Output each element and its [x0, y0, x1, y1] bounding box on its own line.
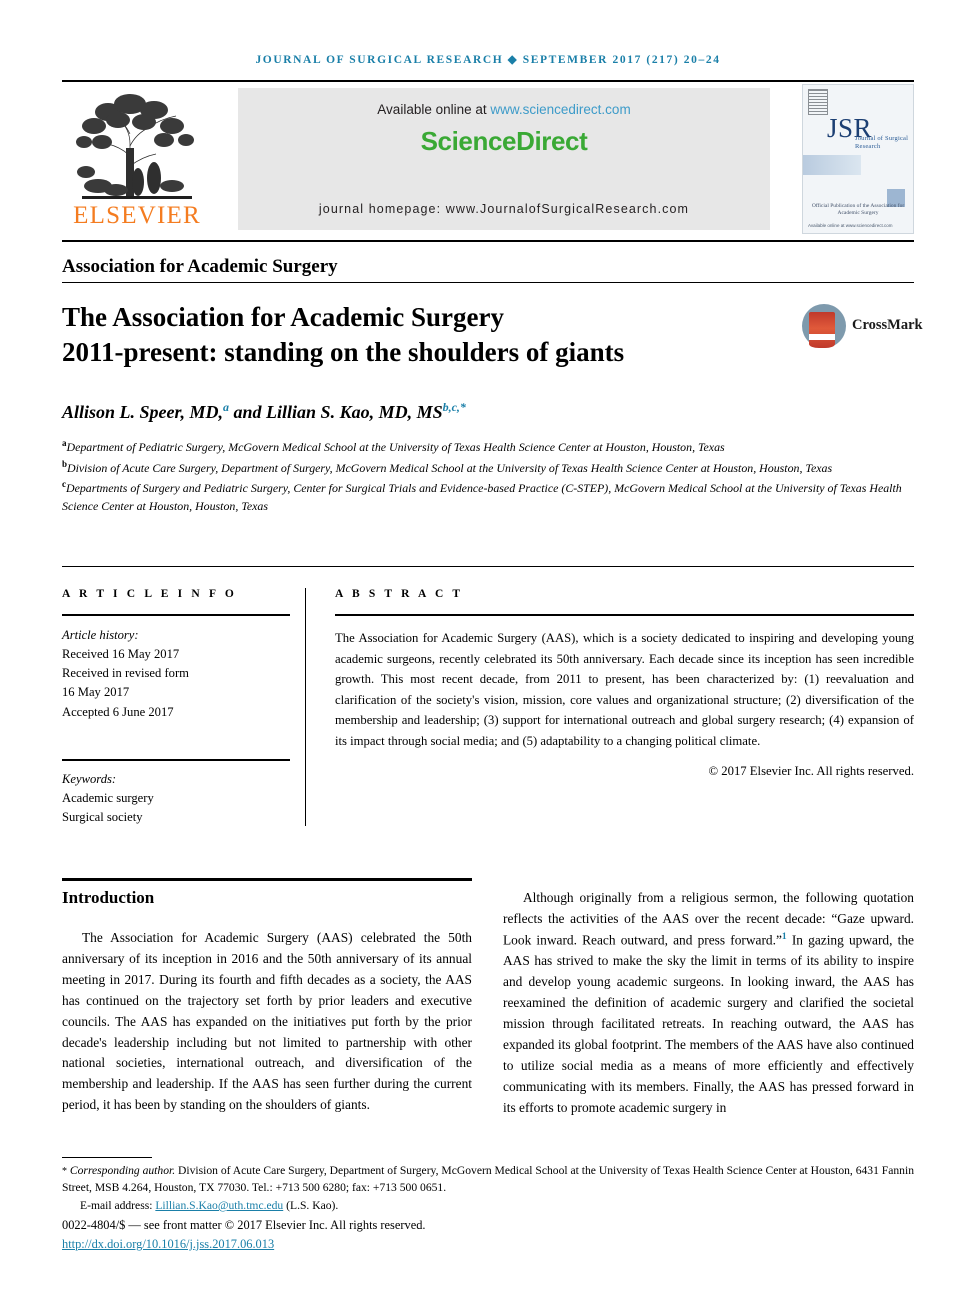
- abstract-copyright: © 2017 Elsevier Inc. All rights reserved…: [708, 764, 914, 779]
- keyword-item: Academic surgery: [62, 790, 154, 805]
- info-abstract-block: A R T I C L E I N F O Article history: R…: [62, 588, 914, 828]
- article-info-column: A R T I C L E I N F O Article history: R…: [62, 588, 290, 827]
- masthead: ELSEVIER Available online at www.science…: [62, 84, 914, 236]
- crossmark-book-pages: [809, 334, 835, 340]
- journal-homepage-line: journal homepage: www.JournalofSurgicalR…: [318, 202, 690, 216]
- info-block-top-rule: [62, 566, 914, 567]
- affiliation-item: bDivision of Acute Care Surgery, Departm…: [62, 458, 907, 478]
- affiliation-text: Division of Acute Care Surgery, Departme…: [67, 460, 833, 475]
- cover-elsevier-mark-icon: [808, 89, 828, 115]
- doi-line[interactable]: http://dx.doi.org/10.1016/j.jss.2017.06.…: [62, 1237, 274, 1252]
- corresponding-address: Division of Acute Care Surgery, Departme…: [62, 1164, 914, 1194]
- article-history: Article history: Received 16 May 2017 Re…: [62, 626, 290, 722]
- keywords-block: Keywords: Academic surgery Surgical soci…: [62, 770, 290, 827]
- email-line: E-mail address: Lillian.S.Kao@uth.tmc.ed…: [62, 1199, 914, 1212]
- available-online-line: Available online at www.sciencedirect.co…: [238, 102, 770, 117]
- section-label: Association for Academic Surgery: [62, 256, 338, 277]
- abstract-rule: [335, 614, 914, 616]
- crossmark-label: CrossMark: [852, 317, 923, 333]
- doi-link[interactable]: http://dx.doi.org/10.1016/j.jss.2017.06.…: [62, 1237, 274, 1251]
- sciencedirect-link[interactable]: www.sciencedirect.com: [490, 102, 630, 117]
- author-list: Allison L. Speer, MD,a and Lillian S. Ka…: [62, 400, 862, 423]
- introduction-heading: Introduction: [62, 888, 155, 907]
- abstract-column: A B S T R A C T The Association for Acad…: [335, 588, 914, 779]
- sciencedirect-banner: Available online at www.sciencedirect.co…: [238, 88, 770, 230]
- elsevier-tree-icon: [68, 86, 206, 204]
- cover-footer: Available online at www.sciencedirect.co…: [808, 222, 893, 228]
- keywords-rule: [62, 758, 290, 761]
- article-info-heading: A R T I C L E I N F O: [62, 588, 237, 600]
- available-online-prefix: Available online at: [377, 102, 491, 117]
- abstract-text: The Association for Academic Surgery (AA…: [335, 631, 914, 748]
- keywords-label: Keywords:: [62, 771, 117, 786]
- sciencedirect-logo: ScienceDirect: [420, 126, 588, 156]
- keyword-item: Surgical society: [62, 809, 143, 824]
- corresponding-label: Corresponding author.: [69, 1164, 176, 1177]
- article-history-item: Received in revised form: [62, 666, 189, 681]
- section-rule: [62, 282, 914, 283]
- elsevier-wordmark: ELSEVIER: [73, 202, 201, 229]
- title-line-1: The Association for Academic Surgery: [62, 302, 504, 332]
- affiliation-text: Departments of Surgery and Pediatric Sur…: [62, 481, 902, 513]
- journal-article-page: JOURNAL OF SURGICAL RESEARCH ◆ SEPTEMBER…: [0, 0, 975, 1305]
- author-2: and Lillian S. Kao, MD, MS: [229, 402, 443, 422]
- body-paragraph: The Association for Academic Surgery (AA…: [62, 930, 472, 1113]
- title-line-2: 2011-present: standing on the shoulders …: [62, 336, 625, 367]
- author-2-affiliation-marker[interactable]: b,c,*: [443, 400, 466, 414]
- crossmark-book-shape: [809, 312, 835, 348]
- author-1: Allison L. Speer, MD,: [62, 402, 224, 422]
- body-column-right: Although originally from a religious ser…: [503, 888, 914, 1118]
- body-top-rule: [62, 878, 472, 881]
- article-history-label: Article history:: [62, 628, 139, 642]
- abstract-heading: A B S T R A C T: [335, 588, 464, 600]
- column-divider: [305, 588, 306, 826]
- crossmark-badge[interactable]: CrossMark: [800, 300, 923, 352]
- issn-line: 0022-4804/$ — see front matter © 2017 El…: [62, 1218, 426, 1232]
- corresponding-marker: *: [62, 1166, 67, 1177]
- masthead-bottom-rule: [62, 240, 914, 242]
- crossmark-icon: [802, 304, 846, 348]
- masthead-top-rule: [62, 80, 914, 82]
- cover-subtitle: Journal of Surgical Research: [855, 135, 909, 151]
- cover-decoration-bar-1: [803, 155, 861, 175]
- elsevier-logo: ELSEVIER: [62, 84, 212, 236]
- article-history-item: 16 May 2017: [62, 685, 130, 700]
- page-title: The Association for Academic Surgery 201…: [62, 300, 762, 369]
- journal-cover-thumbnail: JSR Journal of Surgical Research Officia…: [802, 84, 914, 234]
- body-paragraph-part-2: In gazing upward, the AAS has strived to…: [503, 932, 914, 1115]
- footnote-rule: [62, 1157, 152, 1158]
- body-paragraph: Although originally from a religious ser…: [503, 888, 914, 1118]
- affiliation-list: aDepartment of Pediatric Surgery, McGove…: [62, 437, 907, 516]
- article-history-item: Accepted 6 June 2017: [62, 704, 174, 719]
- running-head: JOURNAL OF SURGICAL RESEARCH ◆ SEPTEMBER…: [255, 54, 721, 66]
- affiliation-text: Department of Pediatric Surgery, McGover…: [66, 439, 725, 454]
- email-suffix: (L.S. Kao).: [283, 1199, 339, 1212]
- article-history-item: Received 16 May 2017: [62, 647, 180, 662]
- cover-note: Official Publication of the Association …: [811, 203, 905, 217]
- article-info-rule: [62, 614, 290, 616]
- affiliation-item: aDepartment of Pediatric Surgery, McGove…: [62, 437, 907, 457]
- body-column-left: The Association for Academic Surgery (AA…: [62, 928, 472, 1116]
- affiliation-item: cDepartments of Surgery and Pediatric Su…: [62, 478, 907, 515]
- email-label: E-mail address:: [80, 1199, 156, 1212]
- email-link[interactable]: Lillian.S.Kao@uth.tmc.edu: [155, 1199, 283, 1212]
- corresponding-author-note: * Corresponding author. Division of Acut…: [62, 1163, 914, 1196]
